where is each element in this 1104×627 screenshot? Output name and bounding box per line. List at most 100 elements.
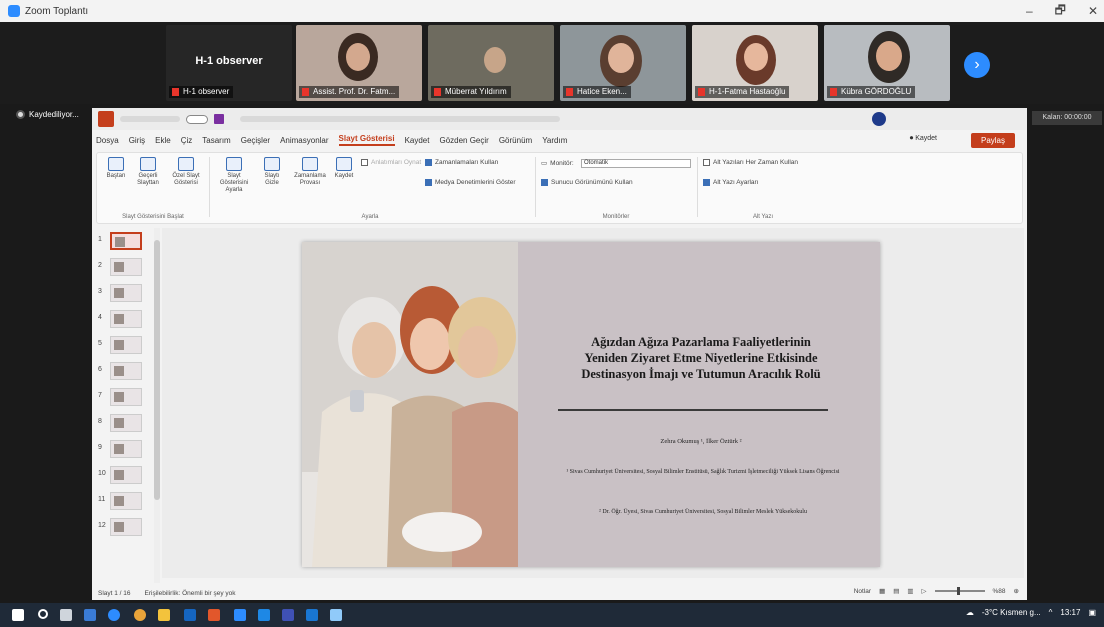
tab-ciz[interactable]: Çiz [181,136,193,145]
women-photo-illustration [302,242,518,567]
avatar[interactable] [872,112,886,126]
tab-kaydet[interactable]: Kaydet [405,136,430,145]
tab-ekle[interactable]: Ekle [155,136,171,145]
record-slide-button[interactable]: Kaydet [329,157,359,180]
sorter-view-icon[interactable]: ▤ [893,587,899,595]
word-icon[interactable] [184,609,196,621]
notes-button[interactable]: Notlar [854,588,871,595]
accessibility-status[interactable]: Erişilebilirlik: Önemli bir şey yok [145,590,236,597]
slide-thumbnail[interactable] [110,466,142,484]
save-icon[interactable] [214,114,224,124]
divider [535,157,536,217]
tab-slayt-gosterisi[interactable]: Slayt Gösterisi [338,134,395,146]
play-narrations-checkbox[interactable]: Anlatımları Oynat [361,159,421,166]
maximize-button[interactable]: 🗗 [1055,1,1066,22]
app-icon[interactable] [84,609,96,621]
title-divider [558,409,828,411]
participant-tile[interactable]: H-1 observer H-1 observer [166,25,292,101]
app-icon[interactable] [330,609,342,621]
window-controls: – 🗗 ✕ [1026,0,1098,22]
participant-tile[interactable]: Müberrat Yıldırım [428,25,554,101]
task-view-icon[interactable] [60,609,72,621]
tab-tasarim[interactable]: Tasarım [202,136,230,145]
notification-icon[interactable]: ▣ [1088,608,1096,617]
slide-thumbnail[interactable] [110,310,142,328]
slide-thumbnail[interactable] [110,258,142,276]
slide-thumbnail[interactable] [110,492,142,510]
share-button[interactable]: Paylaş [971,133,1015,148]
monitor-dropdown[interactable]: Otomatik [581,159,691,168]
slide-thumbnail[interactable] [110,362,142,380]
participant-tile[interactable]: H-1-Fatma Hastaoğlu [692,25,818,101]
weather-icon[interactable]: ☁ [966,608,974,617]
autosave-toggle[interactable] [186,114,208,124]
app-icon[interactable] [208,609,220,621]
tab-gozden-gecir[interactable]: Gözden Geçir [439,136,488,145]
windows-start-icon[interactable] [12,609,24,621]
file-explorer-icon[interactable] [158,609,170,621]
recording-indicator[interactable]: Kaydediliyor... [16,110,79,119]
slide-thumbnail[interactable] [110,518,142,536]
tab-animasyonlar[interactable]: Animasyonlar [280,136,328,145]
slideshow-view-icon[interactable]: ▷ [922,587,927,595]
setup-show-button[interactable]: Slayt Gösterisini Ayarla [215,157,253,194]
participant-tile[interactable]: Assist. Prof. Dr. Fatm... [296,25,422,101]
edge-icon[interactable] [108,609,120,621]
chrome-icon[interactable] [134,609,146,621]
slide-thumbnail[interactable] [110,336,142,354]
tab-gorunum[interactable]: Görünüm [499,136,532,145]
slide-thumbnail[interactable] [110,232,142,250]
minimize-button[interactable]: – [1026,4,1033,18]
use-timings-checkbox[interactable]: Zamanlamaları Kullan [425,159,498,166]
slide-scrollbar[interactable] [1016,228,1024,578]
zoom-taskbar-icon[interactable] [234,609,246,621]
from-beginning-button[interactable]: Baştan [101,157,131,180]
from-current-button[interactable]: Geçerli Slayttan [133,157,163,187]
close-button[interactable]: ✕ [1088,4,1098,18]
thumbnail-scrollbar[interactable] [154,228,160,583]
zoom-level[interactable]: %88 [993,588,1006,595]
custom-show-button[interactable]: Özel Slayt Gösterisi [169,157,203,187]
clock[interactable]: 13:17 [1060,608,1080,617]
tab-gecisler[interactable]: Geçişler [241,136,270,145]
media-controls-checkbox[interactable]: Medya Denetimlerini Göster [425,179,516,186]
presenter-view-checkbox[interactable]: Sunucu Görünümünü Kullan [541,179,633,186]
fit-slide-icon[interactable]: ⊕ [1014,587,1019,595]
participant-tile[interactable]: Kübra GÖRDOĞLU [824,25,950,101]
participant-face [608,43,634,73]
participant-tile[interactable]: Hatice Eken... [560,25,686,101]
next-participants-button[interactable]: › [964,52,990,78]
hide-slide-button[interactable]: Slaytı Gizle [257,157,287,187]
slide-thumbnail[interactable] [110,414,142,432]
checkbox [361,159,368,166]
slide-thumbnail[interactable] [110,284,142,302]
weather-text[interactable]: -3°C Kısmen g... [982,608,1041,617]
tab-yardim[interactable]: Yardım [542,136,567,145]
tab-dosya[interactable]: Dosya [96,136,119,145]
slide-thumbnail[interactable] [110,440,142,458]
subtitle-settings-button[interactable]: Alt Yazı Ayarları [703,179,759,186]
rehearse-timings-button[interactable]: Zamanlama Provası [293,157,327,187]
record-icon [16,110,25,119]
app-icon[interactable] [258,609,270,621]
affiliation-2: ² Dr. Öğr. Üyesi, Sivas Cumhuriyet Ünive… [599,509,807,515]
zoom-slider[interactable] [934,587,985,595]
title-line: Yeniden Ziyaret Etme Niyetlerine Etkisin… [584,351,818,365]
ribbon-panel: Baştan Geçerli Slayttan Özel Slayt Göste… [96,152,1023,224]
current-slide[interactable]: Ağızdan Ağıza Pazarlama Faaliyetlerinin … [302,242,880,567]
always-subtitles-checkbox[interactable]: Alt Yazıları Her Zaman Kullan [703,159,798,166]
monitor-select[interactable]: ▭ Monitör: [541,159,574,168]
chevron-up-icon[interactable]: ^ [1049,608,1053,617]
participant-name: Assist. Prof. Dr. Fatm... [299,86,400,98]
tab-giris[interactable]: Giriş [129,136,145,145]
slide-thumbnail[interactable] [110,388,142,406]
app-icon[interactable] [282,609,294,621]
divider [209,157,210,217]
app-icon[interactable] [306,609,318,621]
search-icon[interactable] [38,609,48,619]
normal-view-icon[interactable]: ▦ [879,587,885,595]
reading-view-icon[interactable]: ▥ [907,587,913,595]
record-button[interactable]: ⏺ Kaydet [910,135,937,143]
slide-authors: Zehra Okumuş ¹, İlker Öztürk ² [660,438,742,445]
participant-face [346,43,370,71]
